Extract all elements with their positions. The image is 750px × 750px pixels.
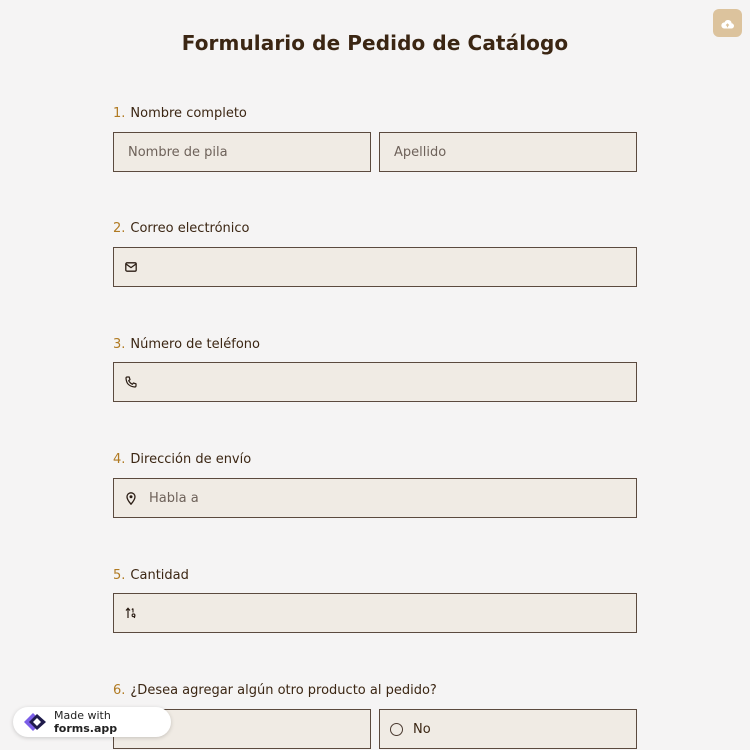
forms-app-logo-icon bbox=[20, 710, 50, 734]
save-progress-button[interactable] bbox=[713, 9, 742, 37]
number-sort-icon bbox=[124, 606, 138, 620]
radio-circle-icon[interactable] bbox=[390, 722, 403, 736]
question-2-label: 2. Correo electrónico bbox=[113, 221, 250, 236]
envelope-icon bbox=[124, 260, 138, 274]
question-3-label: 3. Número de teléfono bbox=[113, 337, 260, 352]
form-title: Formulario de Pedido de Catálogo bbox=[181, 31, 569, 55]
question-1-label: 1. Nombre completo bbox=[113, 106, 247, 121]
email-field[interactable] bbox=[113, 247, 637, 287]
last-name-input[interactable]: Apellido bbox=[379, 132, 637, 172]
phone-icon bbox=[124, 375, 138, 389]
made-with-badge[interactable]: Made with forms.app bbox=[13, 707, 171, 737]
question-6-label: 6. ¿Desea agregar algún otro producto al … bbox=[113, 683, 437, 698]
question-4-label: 4. Dirección de envío bbox=[113, 452, 252, 467]
first-name-input[interactable]: Nombre de pila bbox=[113, 132, 371, 172]
map-pin-icon bbox=[124, 491, 138, 505]
brand-name: forms.app bbox=[54, 722, 118, 735]
question-5-label: 5. Cantidad bbox=[113, 568, 189, 583]
last-name-placeholder: Apellido bbox=[394, 144, 447, 160]
made-with-text: Made with bbox=[54, 709, 111, 722]
shipping-address-input[interactable]: Habla a bbox=[113, 478, 637, 518]
quantity-input[interactable] bbox=[113, 593, 637, 633]
address-placeholder: Habla a bbox=[149, 490, 199, 506]
phone-field[interactable] bbox=[113, 362, 637, 402]
first-name-placeholder: Nombre de pila bbox=[128, 144, 228, 160]
radio-option-no[interactable]: No bbox=[379, 709, 637, 749]
cloud-upload-icon bbox=[721, 14, 735, 33]
radio-option-no-label: No bbox=[413, 721, 431, 737]
